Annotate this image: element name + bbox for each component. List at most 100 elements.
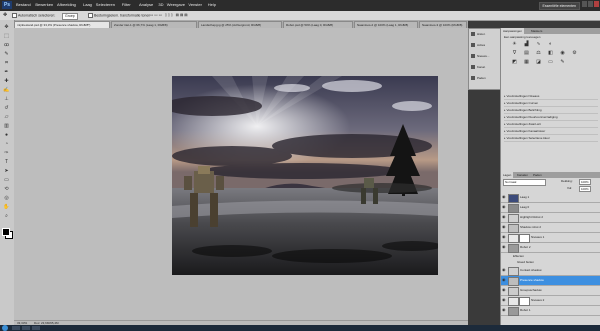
layer-name[interactable]: Groepsschaduw [520, 286, 542, 295]
menu-0[interactable]: Bestand [16, 2, 31, 8]
layer-thumbnail[interactable] [508, 244, 519, 253]
hue-sat-icon[interactable]: ▤ [523, 50, 530, 57]
layer-name[interactable]: Laag 0 [520, 203, 529, 212]
layer-name[interactable]: Niveaus 1 [531, 233, 544, 242]
layer-row[interactable]: ◉ Shadow robot 2 [501, 223, 600, 233]
menu-10[interactable]: Help [208, 2, 216, 8]
visibility-eye-icon[interactable]: ◉ [502, 205, 506, 209]
clone-stamp-icon[interactable]: ⊥ [2, 96, 11, 103]
menu-8[interactable]: Weergave [167, 2, 185, 8]
layer-row[interactable]: ◉ Robot 1 [501, 306, 600, 316]
align-buttons[interactable]: ▭▭▭ ▯▯▯ ▤▤▤ [150, 13, 189, 18]
taskbar-app[interactable] [32, 326, 40, 330]
menu-3[interactable]: Laag [83, 2, 92, 8]
menu-9[interactable]: Venster [188, 2, 202, 8]
opacity-input[interactable]: 100% [579, 179, 591, 185]
brightness-icon[interactable]: ☀ [511, 41, 518, 48]
shape-tool-icon[interactable]: ▭ [2, 177, 11, 184]
menu-2[interactable]: Afbeelding [57, 2, 76, 8]
layer-thumbnail[interactable] [508, 287, 519, 296]
blend-mode-select[interactable]: Normaal [503, 179, 546, 186]
foreground-color-swatch[interactable] [2, 228, 10, 236]
tab-masks[interactable]: Maskers [529, 28, 544, 34]
posterize-icon[interactable]: ▦ [523, 59, 530, 66]
type-tool-icon[interactable]: T [2, 159, 11, 166]
document-tab[interactable]: Landschap.jpg @ 25% (Achtergrond, RGB/8) [198, 21, 282, 28]
crop-tool-icon[interactable]: ⌗ [2, 60, 11, 67]
dodge-tool-icon[interactable]: ◔ [2, 141, 11, 148]
visibility-eye-icon[interactable]: ◉ [502, 225, 506, 229]
preset-item[interactable]: ▸Voorinstellingen Zwart-wit [504, 122, 598, 128]
document-image[interactable] [172, 76, 438, 275]
layer-thumbnail[interactable] [508, 194, 519, 203]
layer-row[interactable]: ◉ Niveaus 2 [501, 296, 600, 306]
taskbar-app[interactable] [22, 326, 30, 330]
layer-name[interactable]: Laag 1 [520, 193, 529, 202]
color-balance-icon[interactable]: ⚖ [535, 50, 542, 57]
menu-4[interactable]: Selecteren [96, 2, 115, 8]
lasso-tool-icon[interactable]: ꝏ [2, 42, 11, 49]
layer-thumbnail[interactable] [508, 307, 519, 316]
vibrance-icon[interactable]: ∇ [511, 50, 518, 57]
document-tab[interactable]: Zonder titel-1 @ 66,7% (Laag 1, RGB/8) [111, 21, 197, 28]
fill-input[interactable]: 100% [579, 186, 591, 192]
visibility-eye-icon[interactable]: ◉ [502, 298, 506, 302]
maximize-button[interactable] [588, 1, 593, 7]
collapsed-panel-item[interactable]: Acties [471, 43, 485, 48]
visibility-eye-icon[interactable]: ◉ [502, 245, 506, 249]
layer-thumbnail[interactable] [508, 204, 519, 213]
visibility-eye-icon[interactable]: ◉ [502, 308, 506, 312]
layer-row[interactable]: ◉ Presence shadow [501, 276, 600, 286]
layer-name[interactable]: Contact shadow [520, 266, 542, 275]
layer-mask-thumbnail[interactable] [519, 234, 530, 243]
layer-name[interactable]: Niveaus 2 [531, 296, 544, 305]
visibility-eye-icon[interactable]: ◉ [502, 215, 506, 219]
menu-7[interactable]: 3D [158, 2, 163, 8]
history-brush-icon[interactable]: ↺ [2, 105, 11, 112]
exposure-icon[interactable]: ◐ [547, 41, 554, 48]
brush-tool-icon[interactable]: ✍ [2, 87, 11, 94]
minimize-button[interactable] [582, 1, 587, 7]
marquee-tool-icon[interactable]: ⬚ [2, 33, 11, 40]
preset-item[interactable]: ▸Voorinstellingen Belichting [504, 108, 598, 114]
path-select-icon[interactable]: ➤ [2, 168, 11, 175]
layer-thumbnail[interactable] [508, 234, 519, 243]
layer-name[interactable]: Robot 2 [520, 243, 531, 252]
document-tab[interactable]: Robot.psd @ 50% (Laag 0, RGB/8) [283, 21, 353, 28]
document-tab[interactable]: mijnbestand.psd @ 33,3% (Presence shadow… [14, 21, 110, 28]
pen-tool-icon[interactable]: ✑ [2, 150, 11, 157]
quick-select-icon[interactable]: ✎ [2, 51, 11, 58]
layer-name[interactable]: Presence shadow [520, 276, 544, 285]
eraser-tool-icon[interactable]: ▱ [2, 114, 11, 121]
workspace-button[interactable]: Essentiële elementen [538, 2, 580, 10]
preset-item[interactable]: ▸Voorinstellingen Niveaus [504, 94, 598, 100]
layer-thumbnail[interactable] [508, 267, 519, 276]
3d-orbit-icon[interactable]: ◎ [2, 195, 11, 202]
layer-row[interactable]: ◉ Groepsschaduw [501, 286, 600, 296]
preset-item[interactable]: ▸Voorinstellingen Kanaalmixer [504, 129, 598, 135]
tab-adjustments[interactable]: Aanpassingen [501, 28, 525, 34]
taskbar-app[interactable] [12, 326, 20, 330]
curves-icon[interactable]: ∿ [535, 41, 542, 48]
menu-1[interactable]: Bewerken [35, 2, 53, 8]
3d-rotate-icon[interactable]: ⟲ [2, 186, 11, 193]
layer-name[interactable]: Shadow robot 2 [520, 223, 541, 232]
layer-mask-thumbnail[interactable] [519, 297, 530, 306]
effect-outer-glow[interactable]: Gloed buiten [517, 259, 534, 265]
blur-tool-icon[interactable]: ● [2, 132, 11, 139]
tab-channels[interactable]: Kanalen [515, 172, 530, 178]
collapsed-panel-item[interactable]: Nieuwe... [471, 54, 490, 59]
photo-filter-icon[interactable]: ◉ [559, 50, 566, 57]
selective-color-icon[interactable]: ✎ [559, 59, 566, 66]
document-tab[interactable]: Naamloos-3 @ 100% (RGB/8) [419, 21, 467, 28]
healing-brush-icon[interactable]: ✚ [2, 78, 11, 85]
layer-row[interactable]: ◉ Highlight Robot 2 [501, 213, 600, 223]
black-white-icon[interactable]: ◧ [547, 50, 554, 57]
preset-item[interactable]: ▸Voorinstellingen Curven [504, 101, 598, 107]
auto-select-checkbox[interactable]: Automatisch selecteren: [12, 13, 55, 18]
collapsed-panel-item[interactable]: Histor. [471, 32, 486, 37]
layer-row[interactable]: ◉ Laag 1 [501, 193, 600, 203]
document-tab[interactable]: Naamloos-2 @ 100% (Laag 1, RGB/8) [354, 21, 418, 28]
invert-icon[interactable]: ◩ [511, 59, 518, 66]
visibility-eye-icon[interactable]: ◉ [502, 288, 506, 292]
